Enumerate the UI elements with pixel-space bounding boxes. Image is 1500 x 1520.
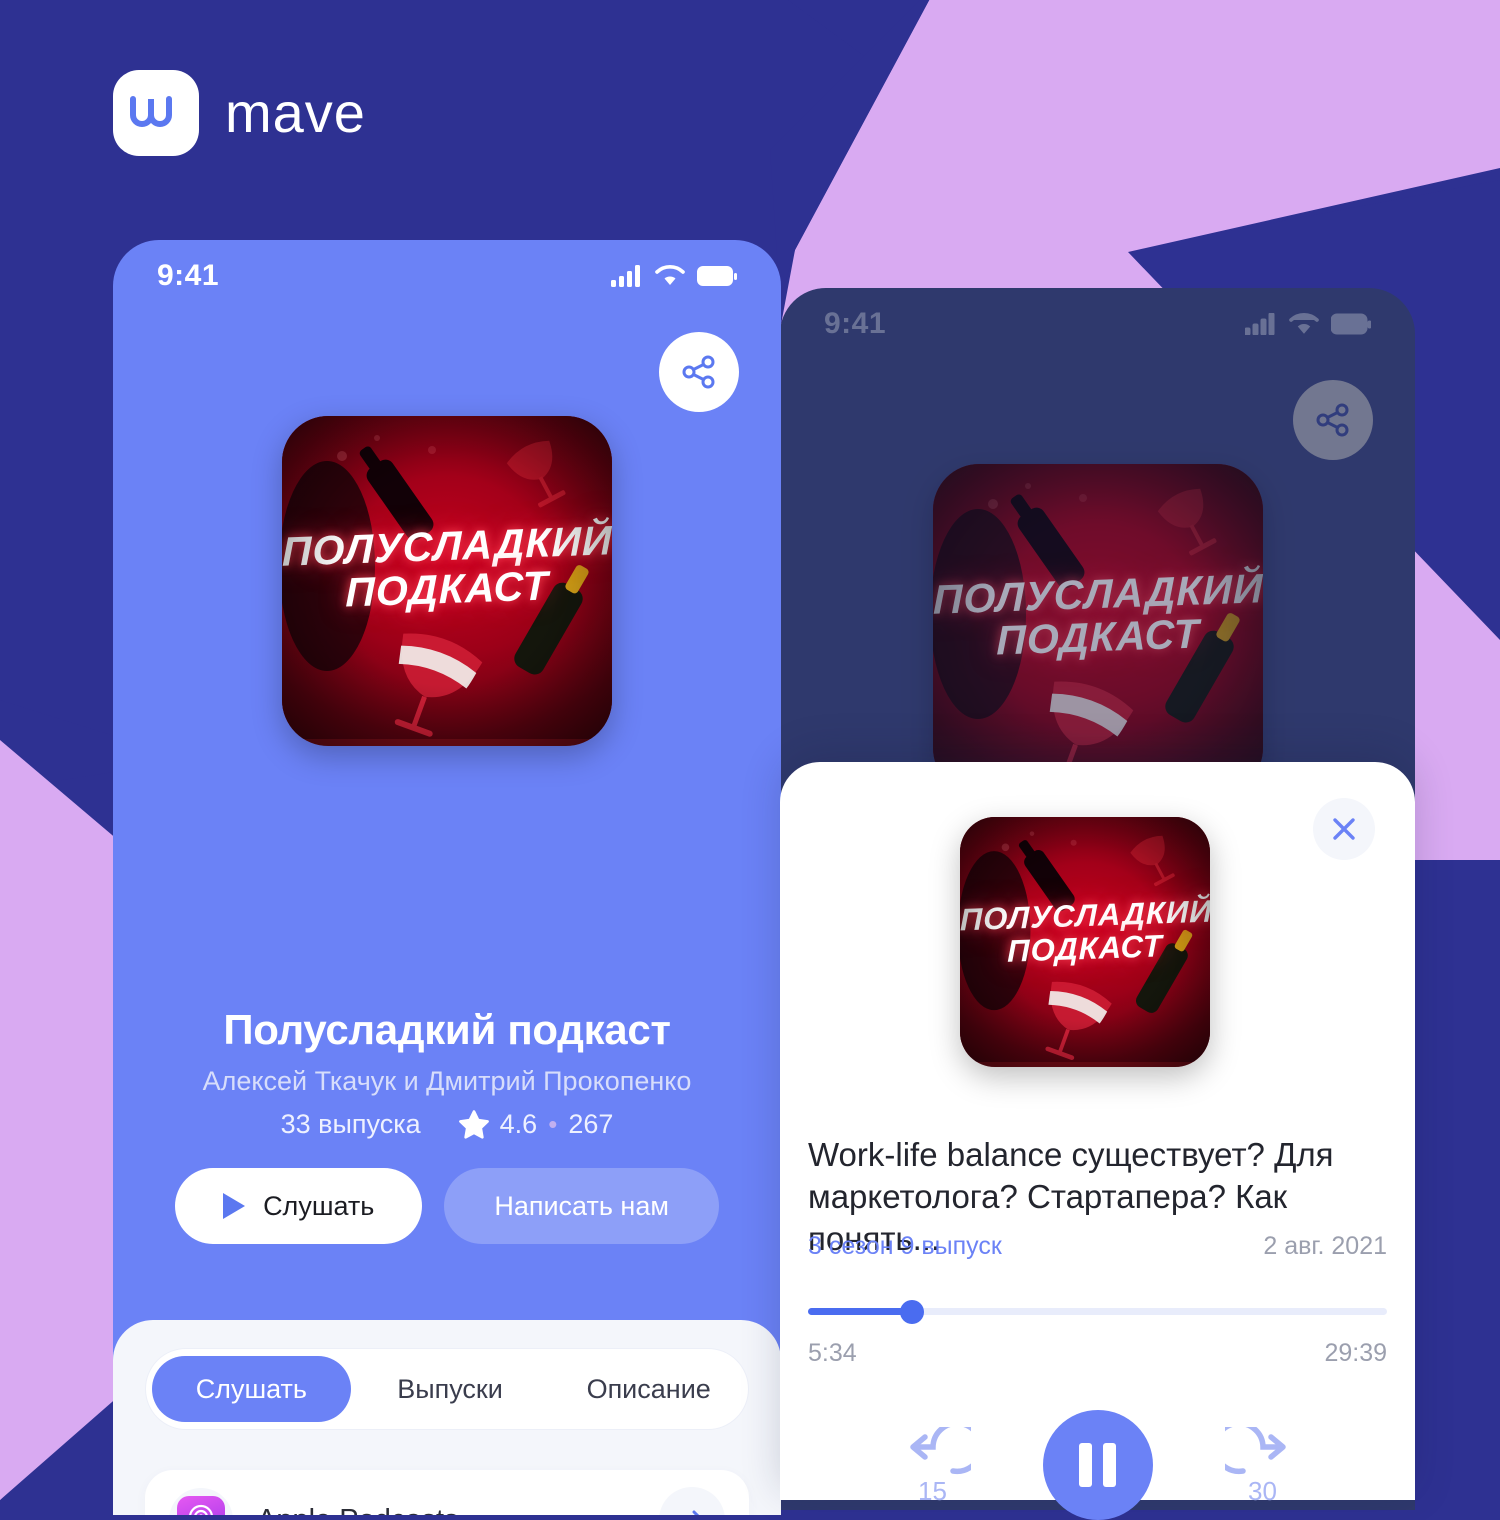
pause-icon (1079, 1443, 1092, 1487)
duration-time: 29:39 (1324, 1339, 1387, 1367)
right-status-icons (1245, 313, 1371, 335)
left-phone-screen: 9:41 Полусладкий подкаст Алексей Ткачук … (113, 240, 781, 1515)
podcast-rating: 4.6 • 267 (458, 1109, 614, 1140)
bottom-sheet: Слушать Выпуски Описание A (113, 1320, 781, 1515)
apple-podcasts-icon (177, 1496, 225, 1515)
right-share-button[interactable] (1293, 380, 1373, 460)
elapsed-time: 5:34 (808, 1339, 857, 1367)
wifi-icon (1289, 313, 1319, 334)
rating-value: 4.6 (499, 1109, 538, 1139)
platform-open-button[interactable] (659, 1487, 725, 1515)
apple-podcasts-icon-wrap (169, 1488, 233, 1515)
player-controls: 15 30 (780, 1410, 1415, 1520)
pause-icon-2 (1103, 1443, 1116, 1487)
episode-meta: 3 сезон 9 выпуск 2 авг. 2021 (808, 1232, 1387, 1261)
left-share-button[interactable] (659, 332, 739, 412)
write-us-button-label: Написать нам (494, 1190, 669, 1221)
brand-logo: mave (113, 70, 366, 156)
left-status-time: 9:41 (157, 259, 220, 292)
star-icon (458, 1110, 489, 1139)
forward-30-button[interactable]: 30 (1211, 1420, 1301, 1506)
close-button[interactable] (1313, 798, 1375, 860)
left-status-bar: 9:41 (113, 240, 781, 312)
listen-button[interactable]: Слушать (175, 1168, 423, 1244)
episode-date: 2 авг. 2021 (1263, 1232, 1387, 1260)
close-icon (1333, 818, 1355, 840)
battery-icon (697, 266, 737, 286)
tab-bar: Слушать Выпуски Описание (145, 1348, 749, 1430)
right-podcast-artwork: ПОЛУСЛАДКИЙ ПОДКАСТ (932, 464, 1263, 794)
tab-description[interactable]: Описание (549, 1356, 748, 1422)
rating-count: 267 (568, 1109, 614, 1139)
progress-fill (808, 1308, 913, 1315)
brand-name: mave (225, 81, 366, 144)
apple-podcasts-glyph (189, 1504, 213, 1515)
arrow-right-icon (692, 1510, 700, 1515)
cta-row: Слушать Написать нам (113, 1168, 781, 1244)
tab-listen-label: Слушать (195, 1373, 307, 1404)
play-icon (223, 1193, 246, 1219)
rewind-15-label: 15 (918, 1476, 947, 1506)
podcast-title: Полусладкий подкаст (223, 1006, 671, 1053)
progress-track[interactable] (808, 1299, 1387, 1324)
right-status-bar: 9:41 (780, 288, 1415, 360)
share-icon (682, 355, 715, 389)
write-us-button[interactable]: Написать нам (444, 1168, 719, 1244)
player-modal: ПОЛУСЛАДКИЙ ПОДКАСТ Work-life balance су… (780, 762, 1415, 1520)
share-icon (1316, 403, 1349, 437)
podcast-author: Алексей Ткачук и Дмитрий Прокопенко (202, 1066, 692, 1096)
listen-button-label: Слушать (263, 1190, 375, 1221)
tab-episodes-label: Выпуски (397, 1373, 503, 1404)
mave-w-icon (113, 70, 199, 156)
rewind-15-button[interactable]: 15 (895, 1420, 984, 1506)
play-pause-button[interactable] (1042, 1410, 1153, 1520)
right-status-time: 9:41 (824, 307, 887, 340)
player-progress: 5:34 29:39 (808, 1299, 1387, 1368)
rating-separator: • (548, 1109, 558, 1139)
battery-icon (1331, 313, 1371, 335)
episode-season[interactable]: 3 сезон 9 выпуск (808, 1232, 1002, 1261)
mave-w-glyph (130, 96, 172, 127)
tab-listen[interactable]: Слушать (152, 1356, 351, 1422)
forward-30-label: 30 (1248, 1476, 1277, 1506)
modal-podcast-artwork: ПОЛУСЛАДКИЙ ПОДКАСТ (960, 817, 1210, 1067)
player-times: 5:34 29:39 (808, 1339, 1387, 1368)
progress-knob[interactable] (900, 1299, 925, 1324)
left-podcast-artwork: ПОЛУСЛАДКИЙ ПОДКАСТ (282, 416, 612, 746)
podcast-stats: 33 выпуска 4.6 • 267 (113, 1109, 781, 1140)
episodes-count: 33 выпуска (280, 1109, 421, 1139)
signal-icon (611, 265, 640, 287)
signal-icon (1245, 313, 1275, 335)
left-status-icons (611, 265, 737, 287)
platform-name: Apple Podcasts (257, 1504, 659, 1516)
tab-episodes[interactable]: Выпуски (351, 1356, 550, 1422)
platform-row-apple-podcasts[interactable]: Apple Podcasts (145, 1470, 749, 1515)
wifi-icon (655, 265, 685, 285)
tab-description-label: Описание (586, 1373, 711, 1404)
